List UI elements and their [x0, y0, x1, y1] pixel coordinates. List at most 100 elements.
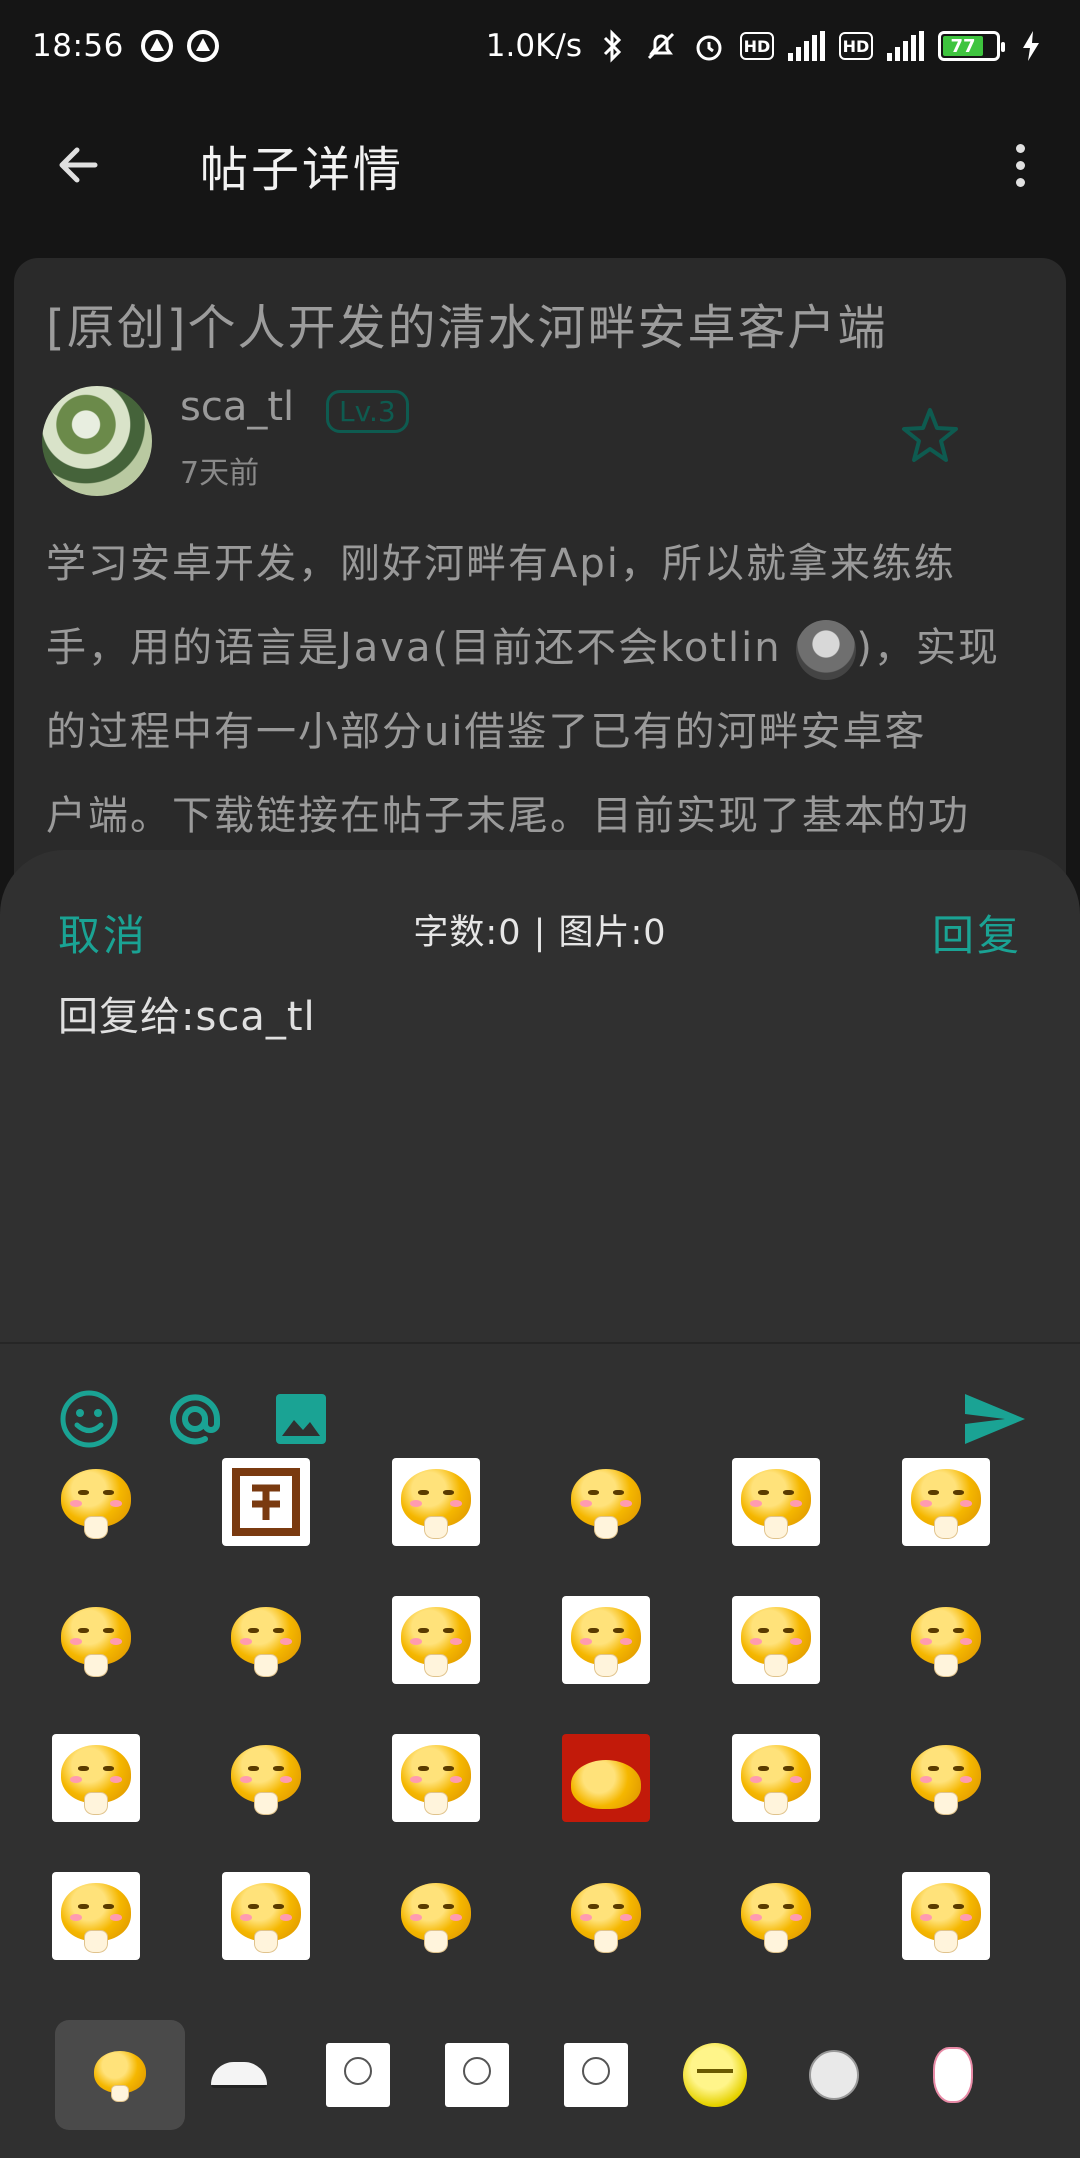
app-notification-icon	[186, 29, 220, 63]
signal-sim2-icon	[887, 31, 924, 61]
hd-voice-badge: HD	[839, 32, 873, 60]
sticker-image	[562, 1872, 650, 1960]
reply-sheet: 取消 字数:0 | 图片:0 回复 回复给:sca_tl	[0, 850, 1080, 2158]
app-notification-icon	[140, 29, 174, 63]
avatar[interactable]	[42, 386, 152, 496]
sticker-item[interactable]	[562, 1872, 650, 1960]
sticker-item[interactable]	[392, 1596, 480, 1684]
battery-level: 77	[943, 36, 984, 57]
sticker-category-thumbnail	[564, 2043, 628, 2107]
sticker-item[interactable]	[392, 1458, 480, 1546]
sticker-category-tab[interactable]	[293, 2020, 423, 2130]
sticker-item[interactable]	[902, 1734, 990, 1822]
divider	[0, 1342, 1080, 1344]
post-body-line: 学习安卓开发，刚好河畔有Api，所以就拿来练练	[46, 541, 956, 587]
back-button[interactable]	[38, 125, 118, 205]
sticker-item[interactable]	[902, 1458, 990, 1546]
sticker-item[interactable]	[562, 1596, 650, 1684]
sticker-image	[222, 1596, 310, 1684]
sticker-category-thumbnail	[445, 2043, 509, 2107]
post-time: 7天前	[180, 456, 260, 491]
sticker-category-thumbnail	[683, 2043, 747, 2107]
sticker-item[interactable]	[222, 1458, 310, 1546]
sticker-category-tab[interactable]	[55, 2020, 185, 2130]
level-badge: Lv.3	[326, 390, 409, 433]
post-body-line: 户端。下载链接在帖子末尾。目前实现了基本的功	[46, 793, 970, 839]
sticker-category-tab[interactable]	[412, 2020, 542, 2130]
sticker-category-thumbnail	[88, 2043, 152, 2107]
post-body-line: 的过程中有一小部分ui借鉴了已有的河畔安卓客	[46, 709, 927, 755]
favorite-star-icon[interactable]	[898, 404, 962, 468]
sticker-item[interactable]	[392, 1872, 480, 1960]
sticker-image	[732, 1596, 820, 1684]
at-icon	[170, 1394, 220, 1445]
send-icon	[965, 1394, 1025, 1444]
app-bar: 帖子详情	[0, 92, 1080, 238]
sticker-item[interactable]	[562, 1458, 650, 1546]
sticker-image	[562, 1734, 650, 1822]
sticker-image	[52, 1734, 140, 1822]
more-vert-icon	[1015, 143, 1025, 153]
reply-input[interactable]: 回复给:sca_tl	[58, 984, 316, 1042]
sticker-image	[732, 1872, 820, 1960]
image-icon	[276, 1394, 326, 1444]
sticker-category-tab[interactable]	[531, 2020, 661, 2130]
sticker-image	[52, 1458, 140, 1546]
sticker-face-icon	[796, 620, 857, 680]
sticker-category-tab[interactable]	[650, 2020, 780, 2130]
sticker-item[interactable]	[902, 1872, 990, 1960]
more-options-button[interactable]	[990, 125, 1050, 205]
sticker-item[interactable]	[52, 1872, 140, 1960]
word-image-count: 字数:0 | 图片:0	[413, 913, 667, 953]
sticker-image	[222, 1734, 310, 1822]
battery-indicator: 77	[938, 31, 1005, 61]
sticker-item[interactable]	[732, 1596, 820, 1684]
status-bar: 18:56 1.0K/s HD HD 77	[0, 0, 1080, 92]
arrow-left-icon	[59, 147, 98, 183]
page-title: 帖子详情	[200, 142, 405, 198]
sticker-category-bar	[0, 2008, 1080, 2148]
send-button[interactable]	[955, 1384, 1035, 1454]
sticker-category-thumbnail	[326, 2043, 390, 2107]
network-speed: 1.0K/s	[485, 28, 582, 64]
sticker-item[interactable]	[52, 1458, 140, 1546]
sticker-item[interactable]	[222, 1734, 310, 1822]
sticker-item[interactable]	[392, 1734, 480, 1822]
sticker-category-thumbnail	[211, 2062, 267, 2088]
mute-bell-icon	[644, 29, 678, 63]
sticker-category-tab[interactable]	[888, 2020, 1018, 2130]
sticker-item[interactable]	[222, 1872, 310, 1960]
charging-icon	[1014, 29, 1048, 63]
sticker-image	[732, 1734, 820, 1822]
sticker-item[interactable]	[732, 1734, 820, 1822]
sticker-image	[392, 1734, 480, 1822]
sticker-category-tab[interactable]	[174, 2020, 304, 2130]
notification-icons	[140, 29, 220, 63]
sticker-image	[222, 1458, 310, 1546]
post-body-line: 手，用的语言是Java(目前还不会kotlin )，实现	[46, 606, 1036, 690]
post-title: [原创]个人开发的清水河畔安卓客户端	[46, 300, 888, 356]
sticker-item[interactable]	[732, 1872, 820, 1960]
mention-button[interactable]	[160, 1384, 230, 1454]
sticker-item[interactable]	[902, 1596, 990, 1684]
sticker-image	[52, 1872, 140, 1960]
emoji-button[interactable]	[54, 1384, 124, 1454]
emoji-icon	[60, 1390, 118, 1448]
clock: 18:56	[32, 28, 124, 64]
reply-button[interactable]: 回复	[932, 902, 1022, 963]
sticker-item[interactable]	[732, 1458, 820, 1546]
sticker-image	[562, 1596, 650, 1684]
sticker-category-tab[interactable]	[769, 2020, 899, 2130]
signal-sim1-icon	[788, 31, 825, 61]
sticker-image	[902, 1734, 990, 1822]
sticker-image	[392, 1596, 480, 1684]
alarm-icon	[692, 29, 726, 63]
sticker-item[interactable]	[52, 1596, 140, 1684]
sticker-item[interactable]	[52, 1734, 140, 1822]
sticker-image	[902, 1872, 990, 1960]
sticker-item[interactable]	[562, 1734, 650, 1822]
sticker-image	[902, 1458, 990, 1546]
image-button[interactable]	[266, 1384, 336, 1454]
sticker-item[interactable]	[222, 1596, 310, 1684]
author-name[interactable]: sca_tl	[180, 384, 294, 430]
